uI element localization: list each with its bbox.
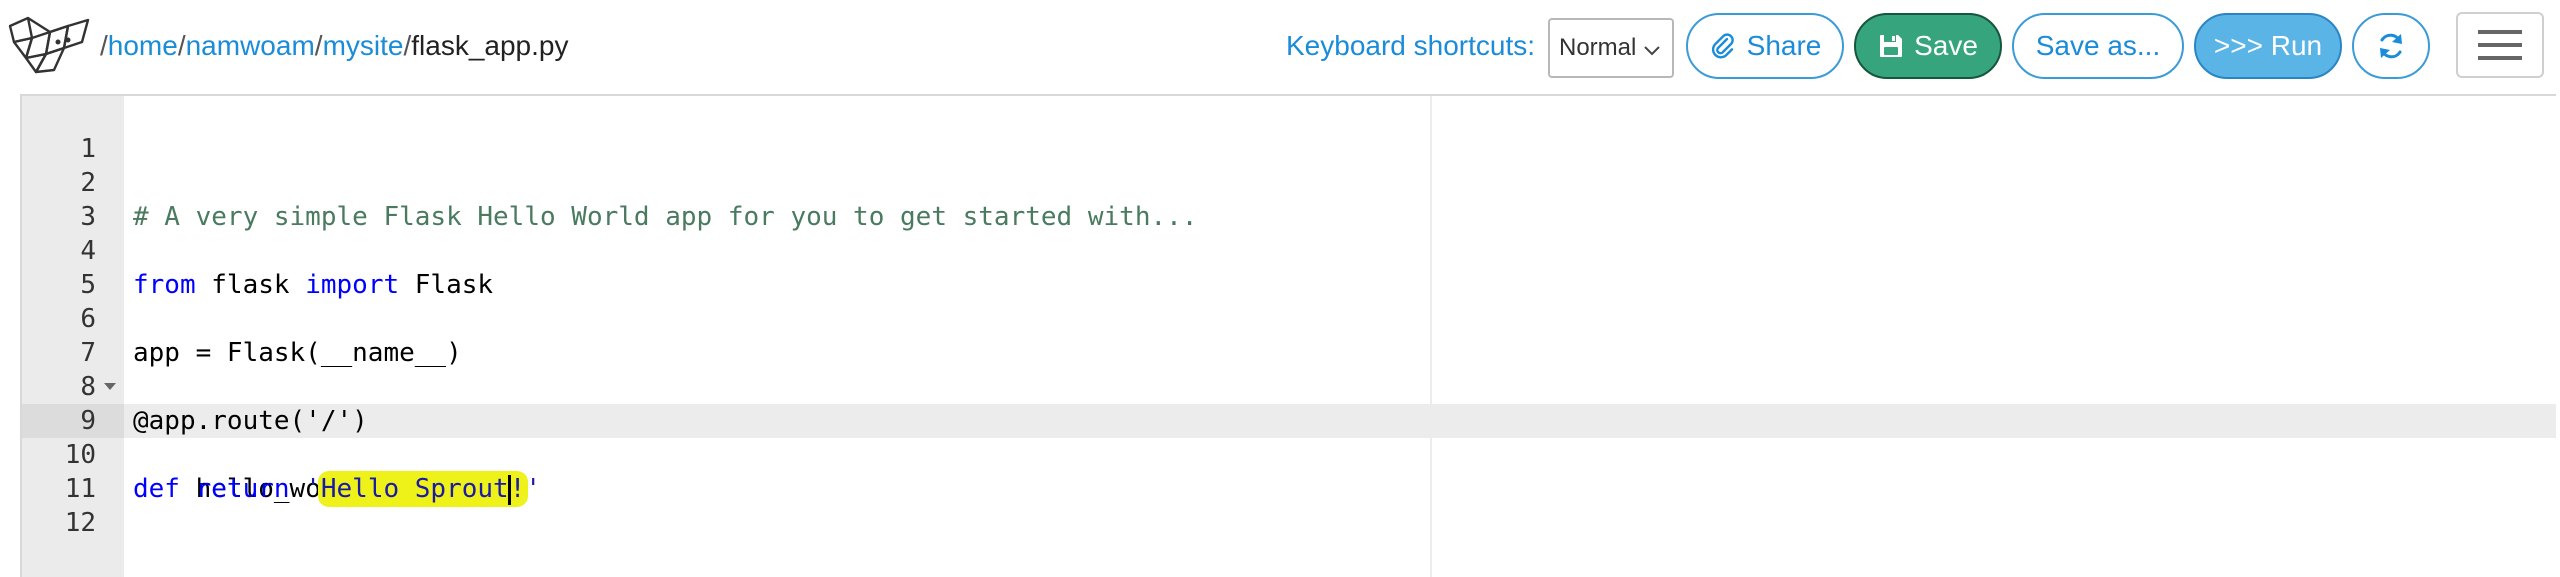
code-line[interactable]: 12 [22,472,2556,538]
code-line[interactable]: 8 @app.route('/') [22,336,2556,436]
keyboard-shortcuts-label[interactable]: Keyboard shortcuts: [1286,26,1535,66]
breadcrumb-separator: / [177,30,186,61]
code-line[interactable]: 9 def hello_world(): [22,370,2556,504]
code-line[interactable]: 3 [22,166,2556,232]
refresh-icon [2380,33,2402,59]
breadcrumb-separator: / [314,30,323,61]
keyboard-mode-value: Normal [1559,34,1637,61]
pythonanywhere-logo-icon[interactable] [6,12,94,78]
share-label: Share [1746,30,1822,61]
breadcrumb-folder[interactable]: mysite [323,30,404,61]
reload-button[interactable] [2352,13,2430,79]
file-breadcrumb: /home/namwoam/mysite/flask_app.py [100,26,568,66]
paperclip-icon [1709,32,1737,60]
save-as-label: Save as... [2035,30,2161,61]
code-line[interactable]: 11 [22,438,2556,504]
run-label: >>> Run [2213,30,2323,61]
chevron-down-icon [1644,46,1660,56]
share-button[interactable]: Share [1686,13,1844,79]
run-button[interactable]: >>> Run [2194,13,2342,79]
top-bar: /home/namwoam/mysite/flask_app.py Keyboa… [0,0,2560,94]
code-line[interactable]: 7 [22,302,2556,368]
breadcrumb-user[interactable]: namwoam [186,30,315,61]
code-line[interactable]: 2 # A very simple Flask Hello World app … [22,132,2556,232]
floppy-disk-icon [1878,33,1904,59]
save-label: Save [1914,30,1978,61]
breadcrumb-separator: / [100,30,108,61]
code-editor[interactable]: 1 2 # A very simple Flask Hello World ap… [20,94,2556,577]
hamburger-menu-button[interactable] [2456,12,2544,78]
save-button[interactable]: Save [1854,13,2002,79]
hamburger-menu-icon [2478,30,2522,60]
code-line-active[interactable]: 10 return 'Hello Sprout!' [22,404,2556,505]
code-line[interactable]: 4 from flask import Flask [22,200,2556,300]
breadcrumb-home[interactable]: home [108,30,178,61]
code-line[interactable]: 5 [22,234,2556,300]
fold-toggle-icon[interactable] [104,383,116,390]
line-number: 12 [64,508,96,538]
keyboard-mode-select[interactable]: Normal [1548,18,1674,78]
code-line[interactable]: 6 app = Flask(__name__) [22,268,2556,368]
breadcrumb-file: flask_app.py [411,30,569,61]
code-line[interactable]: 1 [22,98,2556,164]
save-as-button[interactable]: Save as... [2012,13,2184,79]
